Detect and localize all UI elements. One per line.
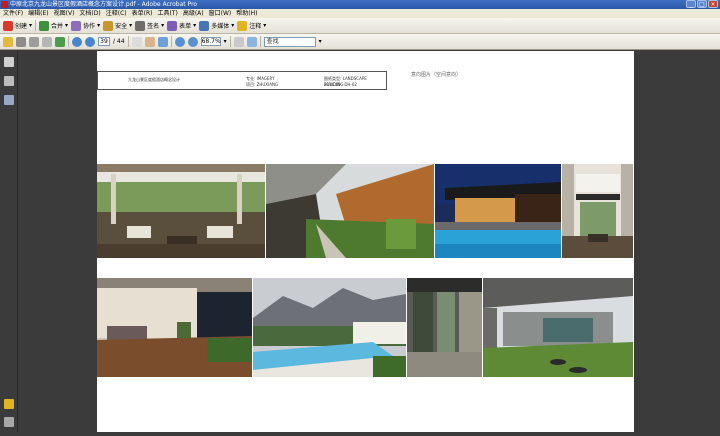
hand-tool-icon[interactable] <box>144 36 155 47</box>
photo-wooden-wall-garden <box>266 164 434 258</box>
signatures-panel-icon[interactable] <box>4 95 14 105</box>
comment-icon <box>237 20 248 31</box>
toolbar-divider <box>170 36 172 47</box>
combine-label: 合并 <box>51 23 64 30</box>
status-bar <box>0 432 720 436</box>
fit-width-icon[interactable] <box>246 36 257 47</box>
toolbar-divider <box>127 36 129 47</box>
menu-file[interactable]: 文件(F) <box>3 9 23 18</box>
title-block-project: 九龙山景区度假酒店概念设计 <box>128 77 180 82</box>
combine-button[interactable]: 合并 ▾ <box>39 20 68 31</box>
sign-button[interactable]: 签名 ▾ <box>135 20 164 31</box>
photo-terrace-night <box>97 278 252 377</box>
maximize-button[interactable]: □ <box>697 0 707 8</box>
lock-icon <box>103 20 114 31</box>
print-icon[interactable] <box>16 36 26 47</box>
toolbar-divider <box>229 36 231 47</box>
navigation-toolbar: 39 / 44 68.7% ▾ 查找 ▾ <box>0 34 720 50</box>
window-title: 中原北京九龙山景区度假酒店概念方案设计.pdf - Adobe Acrobat … <box>10 1 198 8</box>
multimedia-button[interactable]: 多媒体 ▾ <box>199 20 234 31</box>
find-dropdown-icon[interactable]: ▾ <box>319 38 322 45</box>
comment-button[interactable]: 注释 ▾ <box>237 20 266 31</box>
next-page-icon[interactable] <box>85 36 95 47</box>
menu-tools[interactable]: 工具(T) <box>157 9 177 18</box>
menu-document[interactable]: 文档(D) <box>79 9 100 18</box>
photo-pergola-lawn <box>483 278 633 377</box>
open-folder-icon[interactable] <box>3 36 13 47</box>
title-block: 九龙山景区度假酒店概念设计 专业: IMAGERY 项目: ZHUXIANG 图… <box>97 71 387 90</box>
navigation-pane <box>0 51 18 436</box>
pen-icon <box>135 20 146 31</box>
select-cursor-icon[interactable] <box>131 36 142 47</box>
multimedia-icon <box>199 20 210 31</box>
find-input[interactable]: 查找 <box>263 36 316 47</box>
collaborate-button[interactable]: 协作 ▾ <box>71 20 100 31</box>
multimedia-label: 多媒体 <box>211 23 230 30</box>
paperclip-icon[interactable] <box>4 417 14 427</box>
minimize-button[interactable]: _ <box>686 0 696 8</box>
title-bar: 中原北京九龙山景区度假酒店概念方案设计.pdf - Adobe Acrobat … <box>0 0 720 9</box>
zoom-dropdown-icon[interactable]: ▾ <box>224 38 227 45</box>
email-icon[interactable] <box>42 36 52 47</box>
secure-label: 安全 <box>115 23 128 30</box>
sign-label: 签名 <box>147 23 160 30</box>
save-icon[interactable] <box>29 36 39 47</box>
bookmarks-panel-icon[interactable] <box>4 76 14 86</box>
zoom-in-icon[interactable] <box>187 36 198 47</box>
create-pdf-icon <box>3 20 13 31</box>
tasks-toolbar: 创建 ▾ 合并 ▾ 协作 ▾ 安全 ▾ 签名 ▾ 表单 ▾ 多媒体 ▾ 注释 ▾ <box>0 18 720 34</box>
attachments-icon[interactable] <box>4 399 14 409</box>
title-block-field: 项目: ZHUXIANG <box>246 82 279 87</box>
secure-button[interactable]: 安全 ▾ <box>103 20 132 31</box>
page-total: / 44 <box>113 38 125 45</box>
menu-window[interactable]: 窗口(W) <box>209 9 232 18</box>
menu-forms[interactable]: 表单(R) <box>132 9 153 18</box>
toolbar-divider <box>259 36 261 47</box>
acrobat-app-icon <box>1 1 8 8</box>
photo-double-height-living <box>562 164 633 258</box>
page-caption: 意向图片（空间意向） <box>411 72 462 78</box>
title-block-field: 2016.09 · DH-02 <box>324 82 357 87</box>
photo-courtyard-lounge <box>97 164 265 258</box>
menu-bar: 文件(F) 编辑(E) 视图(V) 文档(D) 注释(C) 表单(R) 工具(T… <box>0 9 720 18</box>
close-button[interactable]: × <box>708 0 718 8</box>
form-icon <box>167 20 178 31</box>
comment-label: 注释 <box>249 23 262 30</box>
photo-glass-corridor <box>407 278 482 377</box>
photo-mountain-pool <box>253 278 406 377</box>
share-icon[interactable] <box>55 36 65 47</box>
page-number-input[interactable]: 39 <box>98 37 110 46</box>
combine-icon <box>39 20 50 31</box>
window-controls: _ □ × <box>686 0 718 8</box>
menu-help[interactable]: 帮助(H) <box>236 9 257 18</box>
zoom-out-icon[interactable] <box>174 36 185 47</box>
zoom-level-input[interactable]: 68.7% <box>200 37 221 46</box>
pages-panel-icon[interactable] <box>4 57 14 67</box>
collaborate-icon <box>71 20 82 31</box>
previous-page-icon[interactable] <box>72 36 82 47</box>
menu-view[interactable]: 视图(V) <box>54 9 75 18</box>
toolbar-divider <box>68 36 69 47</box>
forms-button[interactable]: 表单 ▾ <box>167 20 196 31</box>
fit-page-icon[interactable] <box>233 36 244 47</box>
menu-advanced[interactable]: 高级(A) <box>183 9 204 18</box>
menu-comments[interactable]: 注释(C) <box>106 9 127 18</box>
create-button[interactable]: 创建 ▾ <box>3 20 32 31</box>
collaborate-label: 协作 <box>83 23 96 30</box>
toolbar-divider <box>35 20 37 31</box>
photo-pool-dusk <box>435 164 561 258</box>
forms-label: 表单 <box>179 23 192 30</box>
menu-edit[interactable]: 编辑(E) <box>28 9 48 18</box>
marquee-zoom-icon[interactable] <box>157 36 168 47</box>
create-label: 创建 <box>15 23 28 30</box>
